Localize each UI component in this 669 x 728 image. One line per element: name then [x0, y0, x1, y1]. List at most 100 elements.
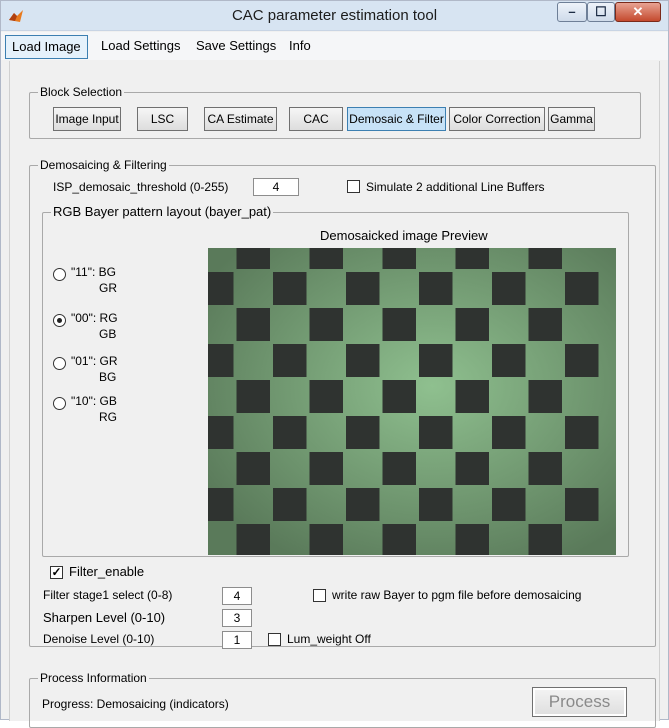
checker-dark-square	[208, 416, 234, 449]
checker-dark-square	[346, 272, 380, 305]
process-button[interactable]: Process	[532, 687, 627, 717]
line-buffers-checkbox[interactable]	[347, 180, 360, 193]
line-buffers-label: Simulate 2 additional Line Buffers	[366, 180, 545, 194]
checker-dark-square	[236, 452, 270, 485]
bayer-option-01-label: "01": GR	[71, 354, 118, 368]
checker-dark-square	[382, 248, 416, 269]
checker-dark-square	[236, 308, 270, 341]
bayer-option-10-line2: RG	[99, 410, 117, 424]
demosaicing-title: Demosaicing & Filtering	[38, 158, 169, 172]
filter-enable-checkbox[interactable]: ✓	[50, 566, 63, 579]
bayer-option-11-label: "11": BG	[71, 265, 116, 279]
checker-dark-square	[309, 308, 343, 341]
checker-dark-square	[346, 488, 380, 521]
main-panel: Block Selection Image Input LSC CA Estim…	[9, 61, 660, 728]
checker-dark-square	[309, 452, 343, 485]
write-raw-label: write raw Bayer to pgm file before demos…	[332, 588, 582, 602]
checker-dark-square	[419, 344, 453, 377]
write-raw-checkbox[interactable]	[313, 589, 326, 602]
bayer-radio-11[interactable]	[53, 268, 66, 281]
bayer-pattern-title: RGB Bayer pattern layout (bayer_pat)	[51, 204, 274, 219]
image-input-button[interactable]: Image Input	[53, 107, 121, 131]
checker-dark-square	[565, 488, 599, 521]
checker-dark-square	[565, 416, 599, 449]
block-selection-group: Block Selection Image Input LSC CA Estim…	[29, 85, 641, 139]
checker-dark-square	[565, 344, 599, 377]
filter-enable-label: Filter_enable	[69, 564, 145, 579]
checker-dark-square	[236, 248, 270, 269]
checker-dark-square	[455, 248, 489, 269]
checker-dark-square	[528, 308, 562, 341]
sharpen-input[interactable]: 3	[222, 609, 252, 627]
menu-bar: Load Image Load Settings Save Settings I…	[1, 32, 668, 60]
demosaic-filter-button[interactable]: Demosaic & Filter	[347, 107, 446, 131]
bayer-option-01-line2: BG	[99, 370, 117, 384]
title-bar: CAC parameter estimation tool – ☐ ✕	[1, 1, 668, 31]
threshold-label: ISP_demosaic_threshold (0-255)	[53, 180, 229, 194]
color-correction-button[interactable]: Color Correction	[449, 107, 545, 131]
menu-load-image[interactable]: Load Image	[5, 35, 88, 59]
lum-weight-label: Lum_weight Off	[287, 632, 371, 646]
checker-dark-square	[492, 488, 526, 521]
checker-dark-square	[419, 272, 453, 305]
app-window: CAC parameter estimation tool – ☐ ✕ Load…	[0, 0, 669, 728]
checker-dark-square	[565, 272, 599, 305]
checker-dark-square	[236, 524, 270, 555]
checker-dark-square	[309, 524, 343, 555]
threshold-input[interactable]: 4	[253, 178, 299, 196]
gamma-button[interactable]: Gamma	[548, 107, 595, 131]
sharpen-label: Sharpen Level (0-10)	[43, 610, 166, 625]
demosaicked-preview-image	[208, 248, 616, 555]
checker-dark-square	[455, 308, 489, 341]
checker-dark-square	[528, 380, 562, 413]
checker-dark-square	[273, 416, 307, 449]
checker-dark-square	[208, 488, 234, 521]
checker-dark-square	[309, 248, 343, 269]
checker-dark-square	[455, 524, 489, 555]
preview-title: Demosaicked image Preview	[320, 228, 488, 243]
checker-dark-square	[528, 524, 562, 555]
filter-stage-input[interactable]: 4	[222, 587, 252, 605]
checker-dark-square	[528, 248, 562, 269]
lum-weight-checkbox[interactable]	[268, 633, 281, 646]
checker-dark-square	[419, 416, 453, 449]
checker-dark-square	[208, 344, 234, 377]
minimize-button[interactable]: –	[557, 2, 587, 22]
bayer-option-10-label: "10": GB	[71, 394, 117, 408]
checker-dark-square	[273, 488, 307, 521]
bayer-radio-00[interactable]	[53, 314, 66, 327]
close-button[interactable]: ✕	[615, 2, 661, 22]
checker-dark-square	[309, 380, 343, 413]
denoise-input[interactable]: 1	[222, 631, 252, 649]
checker-dark-square	[236, 380, 270, 413]
checker-dark-square	[455, 452, 489, 485]
ca-estimate-button[interactable]: CA Estimate	[204, 107, 277, 131]
denoise-label: Denoise Level (0-10)	[43, 632, 155, 646]
progress-text: Progress: Demosaicing (indicators)	[42, 697, 229, 711]
menu-save-settings[interactable]: Save Settings	[190, 35, 282, 59]
checker-dark-square	[273, 272, 307, 305]
checker-dark-square	[382, 308, 416, 341]
process-title: Process Information	[38, 671, 149, 685]
bayer-option-11-line2: GR	[99, 281, 117, 295]
lsc-button[interactable]: LSC	[137, 107, 188, 131]
checker-dark-square	[208, 272, 234, 305]
bayer-radio-01[interactable]	[53, 357, 66, 370]
cac-button[interactable]: CAC	[289, 107, 343, 131]
checker-dark-square	[273, 344, 307, 377]
filter-stage-label: Filter stage1 select (0-8)	[43, 588, 173, 602]
checker-dark-square	[492, 344, 526, 377]
maximize-button[interactable]: ☐	[587, 2, 615, 22]
checker-dark-square	[455, 380, 489, 413]
menu-info[interactable]: Info	[283, 35, 317, 59]
checker-dark-square	[382, 380, 416, 413]
checker-dark-square	[492, 416, 526, 449]
bayer-option-00-label: "00": RG	[71, 311, 118, 325]
bayer-radio-10[interactable]	[53, 397, 66, 410]
menu-load-settings[interactable]: Load Settings	[95, 35, 187, 59]
checker-dark-square	[346, 416, 380, 449]
checker-dark-square	[528, 452, 562, 485]
checker-dark-square	[492, 272, 526, 305]
block-selection-title: Block Selection	[38, 85, 125, 99]
checker-dark-square	[382, 452, 416, 485]
